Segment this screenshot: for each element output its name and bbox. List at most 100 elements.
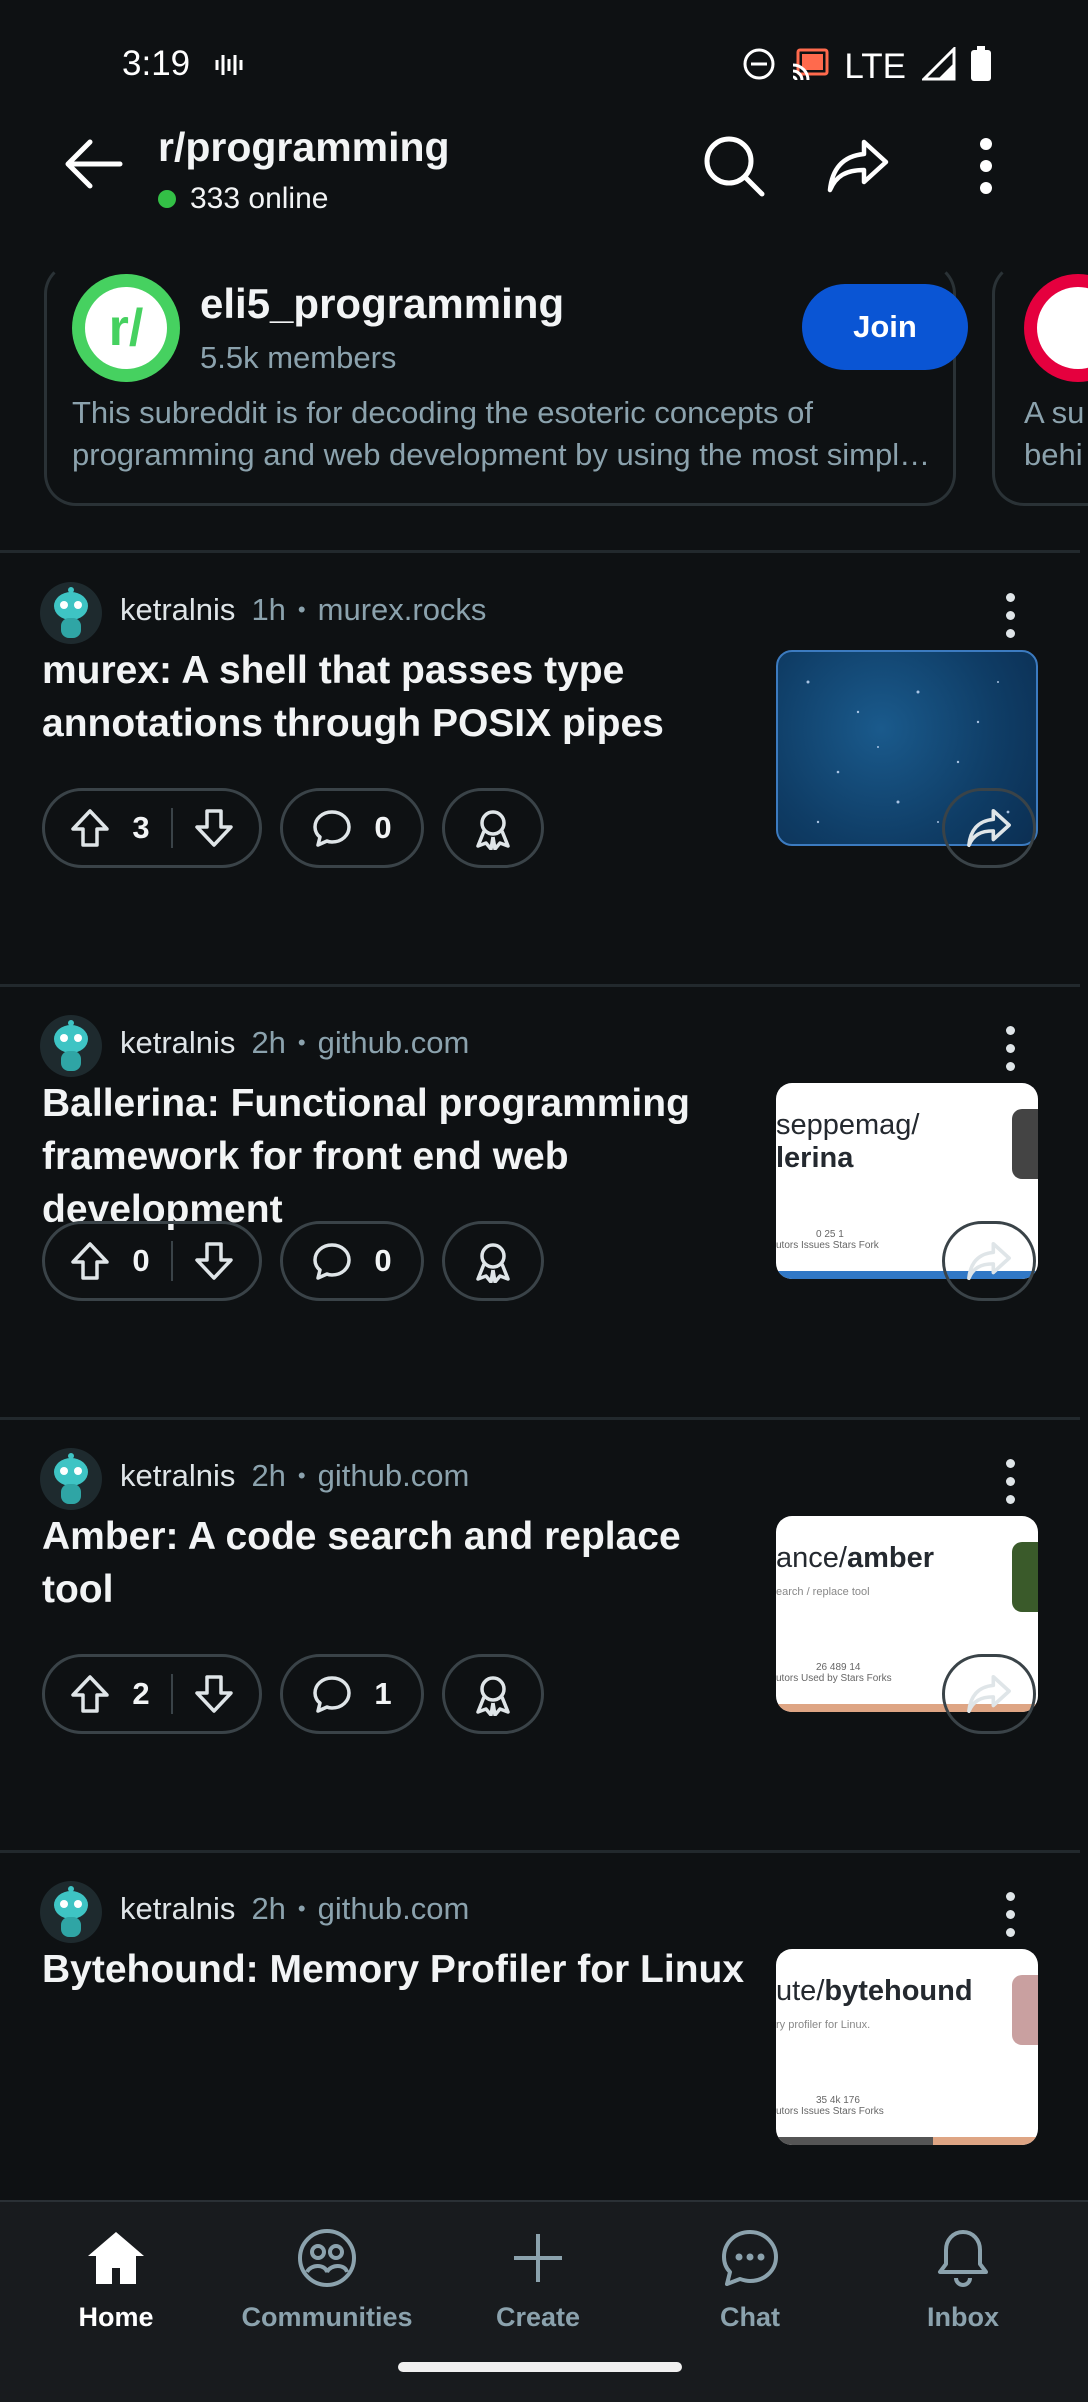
post-age: 1h <box>251 592 286 627</box>
comments-button[interactable]: 0 <box>280 788 424 868</box>
nav-chat[interactable]: Chat <box>670 2226 830 2333</box>
award-button[interactable] <box>442 1654 544 1734</box>
post-more-button[interactable] <box>990 1015 1030 1081</box>
post-domain[interactable]: github.com <box>318 1458 470 1494</box>
comment-icon <box>313 1676 351 1713</box>
back-arrow-icon <box>65 139 123 189</box>
post-title[interactable]: Ballerina: Functional programming framew… <box>42 1077 762 1236</box>
nav-label: Create <box>495 2302 581 2332</box>
community-name: eli5_programming <box>200 280 565 327</box>
dnd-icon <box>742 47 776 86</box>
nav-inbox[interactable]: Inbox <box>883 2226 1043 2333</box>
back-button[interactable] <box>58 128 130 200</box>
community-avatar: r/ <box>72 274 180 382</box>
post-actions: 0 0 <box>42 1221 544 1305</box>
post-more-button[interactable] <box>990 1448 1030 1514</box>
upvote-icon[interactable] <box>69 1673 111 1715</box>
post-card[interactable]: ketralnis 2h • github.com Ballerina: Fun… <box>0 995 1080 1427</box>
downvote-icon[interactable] <box>193 807 235 849</box>
award-button[interactable] <box>442 788 544 868</box>
post-meta: ketralnis 2h • github.com <box>120 1891 470 1927</box>
post-title[interactable]: Amber: A code search and replace tool <box>42 1510 762 1616</box>
online-count: 333 online <box>158 182 328 216</box>
post-share-button[interactable] <box>942 1654 1036 1734</box>
share-icon <box>967 1241 1011 1281</box>
comment-icon <box>313 1243 351 1280</box>
post-domain[interactable]: github.com <box>318 1025 470 1061</box>
reddit-r-logo-icon: r/ <box>85 287 167 369</box>
post-card[interactable]: ketralnis 1h • murex.rocks murex: A shel… <box>0 562 1080 994</box>
upvote-icon[interactable] <box>69 1240 111 1282</box>
nav-communities[interactable]: Communities <box>241 2226 413 2333</box>
post-title[interactable]: murex: A shell that passes type annotati… <box>42 644 762 750</box>
search-button[interactable] <box>698 130 770 202</box>
award-button[interactable] <box>442 1221 544 1301</box>
signal-icon <box>920 45 956 86</box>
post-meta: ketralnis 2h • github.com <box>120 1025 470 1061</box>
nav-label: Chat <box>720 2302 780 2332</box>
vote-count: 3 <box>132 810 150 845</box>
nav-home[interactable]: Home <box>36 2226 196 2333</box>
overflow-menu-button[interactable] <box>950 130 1022 202</box>
post-more-button[interactable] <box>990 1881 1030 1947</box>
snoo-avatar-icon <box>40 1015 102 1077</box>
community-description-2: A su behi <box>1024 395 1084 472</box>
comments-button[interactable]: 1 <box>280 1654 424 1734</box>
status-time: 3:19 <box>122 44 191 83</box>
downvote-icon[interactable] <box>193 1240 235 1282</box>
downvote-icon[interactable] <box>193 1673 235 1715</box>
thumbnail-repo-name: ance/amber <box>776 1542 934 1574</box>
post-domain[interactable]: github.com <box>318 1891 470 1927</box>
comment-count: 0 <box>374 810 392 845</box>
comment-icon <box>313 810 351 847</box>
post-actions: 3 0 <box>42 788 544 872</box>
vote-control: 2 <box>42 1654 262 1734</box>
vibrate-icon <box>214 50 244 85</box>
post-card[interactable]: ketralnis 2h • github.com Amber: A code … <box>0 1428 1080 1860</box>
post-title[interactable]: Bytehound: Memory Profiler for Linux <box>42 1943 782 1996</box>
thumbnail-stats: 26 489 14 utors Used by Stars Forks <box>776 1662 892 1684</box>
award-icon <box>476 810 510 850</box>
post-share-button[interactable] <box>942 1221 1036 1301</box>
thumbnail-stats: 0 25 1 utors Issues Stars Fork <box>776 1229 879 1251</box>
communities-icon <box>298 2229 356 2287</box>
community-description: This subreddit is for decoding the esote… <box>72 395 931 472</box>
post-age: 2h <box>251 1025 286 1060</box>
share-icon <box>967 808 1011 848</box>
share-subreddit-button[interactable] <box>822 130 894 202</box>
post-author[interactable]: ketralnis <box>120 1458 235 1494</box>
vote-count: 2 <box>132 1676 150 1711</box>
post-author[interactable]: ketralnis <box>120 1891 235 1927</box>
post-more-button[interactable] <box>990 582 1030 648</box>
nav-create[interactable]: Create <box>458 2226 618 2333</box>
post-age: 2h <box>251 1891 286 1926</box>
divider <box>0 1850 1080 1853</box>
online-text: 333 online <box>190 182 329 215</box>
share-icon <box>967 1674 1011 1714</box>
upvote-icon[interactable] <box>69 807 111 849</box>
subreddit-title: r/programming <box>158 124 450 170</box>
post-share-button[interactable] <box>942 788 1036 868</box>
thumbnail-repo-name: ute/bytehound <box>776 1975 973 2007</box>
nav-label: Communities <box>241 2302 413 2332</box>
comments-button[interactable]: 0 <box>280 1221 424 1301</box>
online-dot <box>158 190 176 208</box>
post-thumbnail[interactable]: ute/bytehound ry profiler for Linux. 35 … <box>776 1949 1038 2145</box>
bell-icon <box>938 2230 988 2287</box>
divider <box>0 1417 1080 1420</box>
post-domain[interactable]: murex.rocks <box>318 592 487 628</box>
comment-count: 1 <box>374 1676 392 1711</box>
home-icon <box>88 2232 144 2284</box>
gesture-home-indicator[interactable] <box>398 2362 682 2372</box>
vote-control: 0 <box>42 1221 262 1301</box>
plus-icon <box>514 2234 562 2282</box>
post-author[interactable]: ketralnis <box>120 592 235 628</box>
join-button[interactable]: Join <box>802 284 968 370</box>
status-bar: 3:19 LTE <box>0 0 1088 132</box>
post-author[interactable]: ketralnis <box>120 1025 235 1061</box>
comment-count: 0 <box>374 1243 392 1278</box>
share-icon <box>827 139 889 193</box>
network-type: LTE <box>844 46 906 86</box>
search-icon <box>704 136 765 197</box>
vote-count: 0 <box>132 1243 150 1278</box>
